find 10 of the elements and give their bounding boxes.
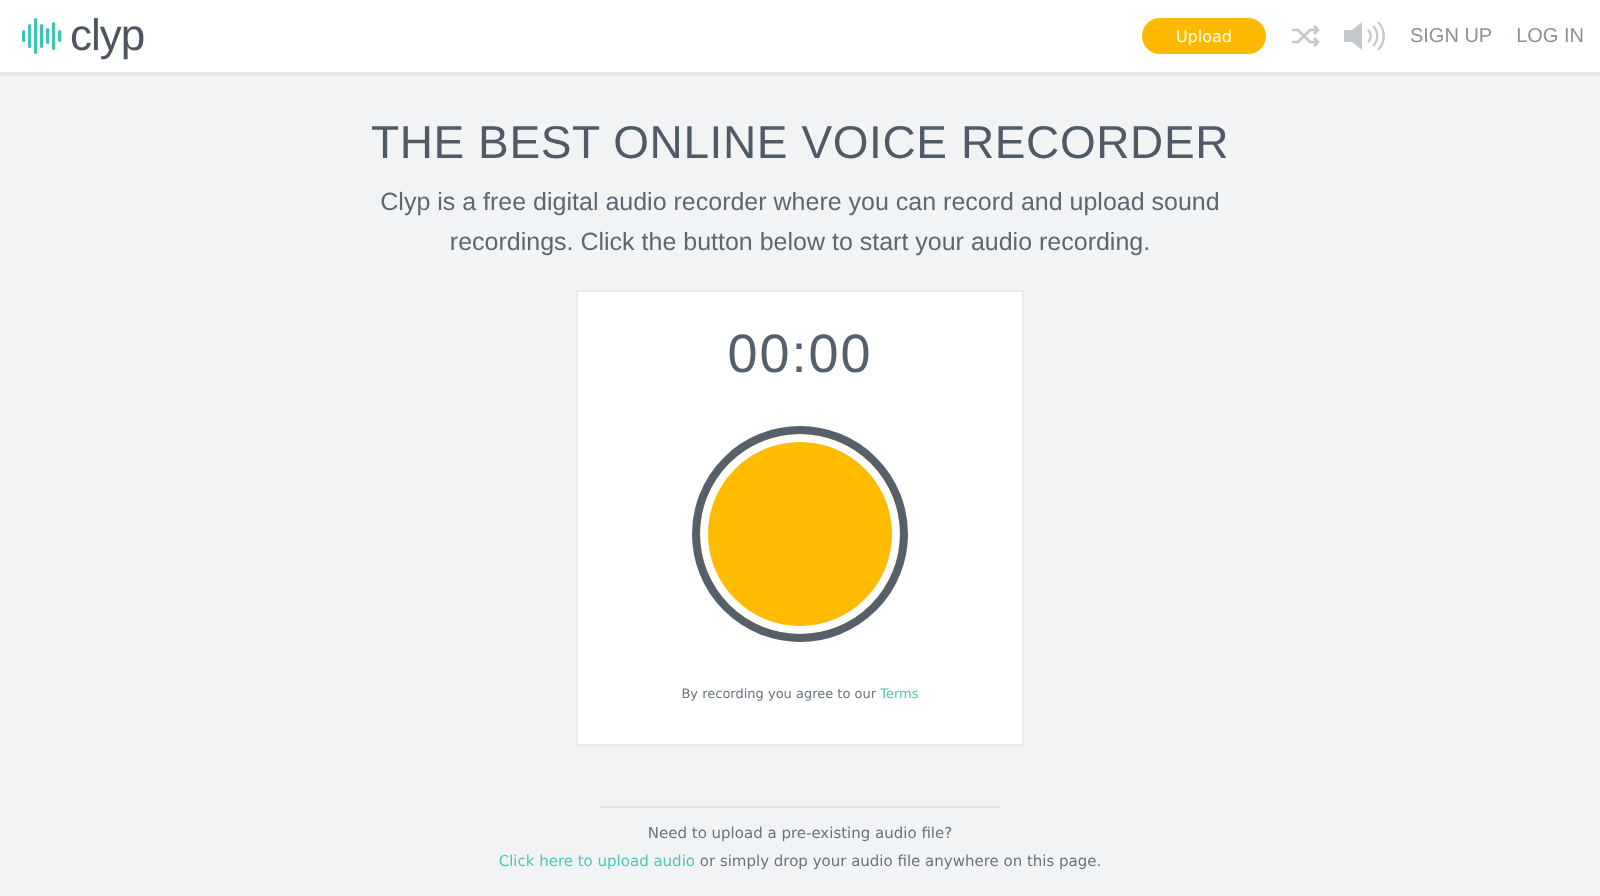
logo-text[interactable]: clyp [70, 10, 145, 62]
shuffle-icon[interactable] [1289, 24, 1322, 48]
waveform-logo-icon [20, 14, 64, 58]
speaker-icon[interactable] [1341, 20, 1386, 52]
upload-button[interactable]: Upload [1141, 18, 1266, 54]
nav-link[interactable]: SIGN UP [1409, 25, 1493, 47]
nav-link[interactable]: LOG IN [1516, 25, 1584, 47]
page-title: THE BEST ONLINE VOICE RECORDER [370, 116, 1230, 170]
timer-text: 00:00 [727, 324, 873, 386]
description-text: Clyp is a free digital audio recorder where you can record and upload sound recordings. Click the button below to start your audio recording. [378, 186, 1222, 260]
